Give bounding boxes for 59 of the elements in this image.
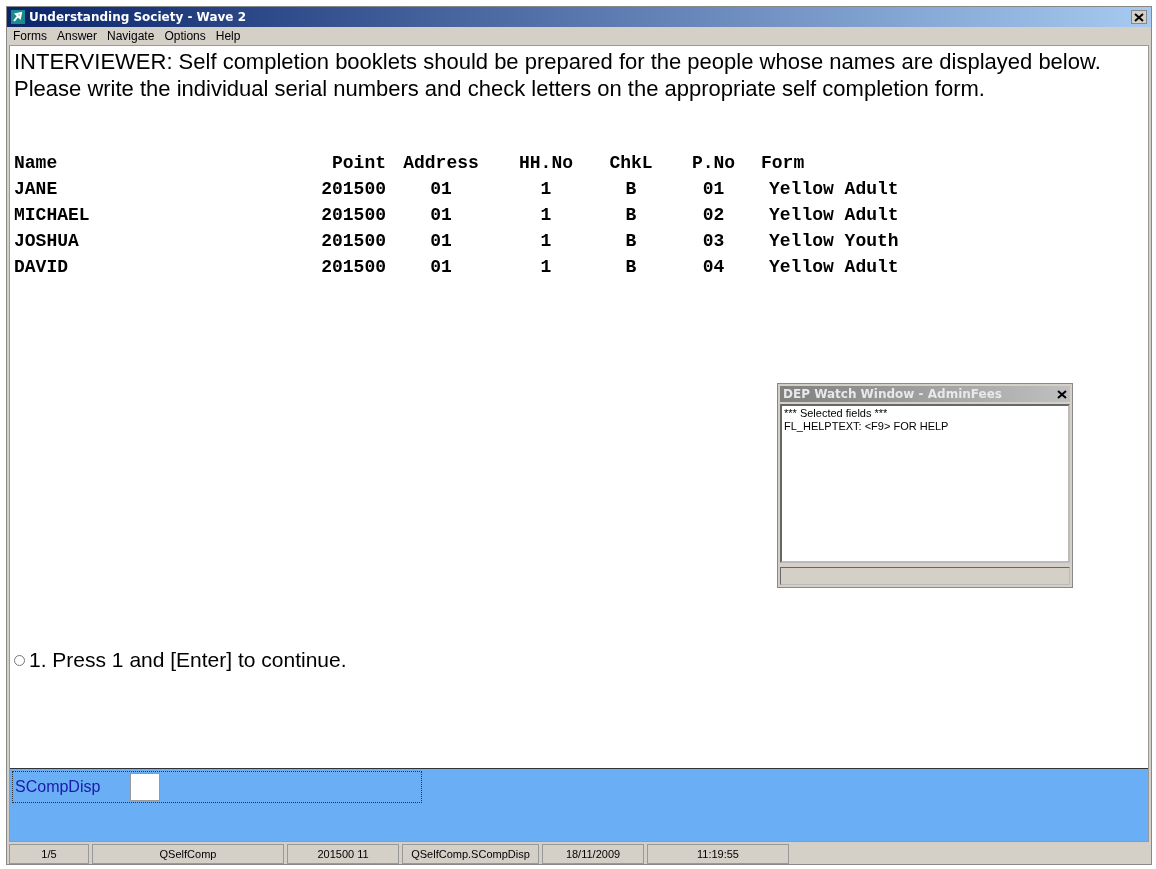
table-cell-text: 201500 xyxy=(320,178,386,201)
field-label: SCompDisp xyxy=(14,778,101,796)
table-cell-text: 03 xyxy=(701,230,726,253)
table-cell-text: Yellow Adult xyxy=(768,256,900,279)
column-header: Address xyxy=(402,152,480,175)
column-header: ChkL xyxy=(608,152,654,175)
status-cell: 18/11/2009 xyxy=(542,844,644,864)
table-cell-text: JOSHUA xyxy=(14,230,80,253)
status-cell: QSelfComp xyxy=(92,844,284,864)
table-cell-text: 01 xyxy=(429,230,453,253)
status-cell: QSelfComp.SCompDisp xyxy=(402,844,539,864)
table-cell-text: 1 xyxy=(539,256,553,279)
table-cell-text: B xyxy=(624,204,638,227)
table-cell-text: 04 xyxy=(701,256,726,279)
table-cell-text: 1 xyxy=(539,178,553,201)
menu-item[interactable]: Navigate xyxy=(107,29,155,43)
table-cell-text: 1 xyxy=(539,230,553,253)
status-cell: 1/5 xyxy=(9,844,89,864)
table-cell-text: 201500 xyxy=(320,204,386,227)
table-cell-text: 01 xyxy=(429,178,453,201)
table-cell-text: Yellow Adult xyxy=(768,178,900,201)
table-cell-text: JANE xyxy=(14,178,59,201)
table-cell-text: 01 xyxy=(701,178,726,201)
menu-item[interactable]: Forms xyxy=(13,29,47,43)
table-cell-text: 02 xyxy=(701,204,726,227)
menu-item[interactable]: Options xyxy=(164,29,206,43)
close-icon xyxy=(1057,389,1067,399)
window-title: Understanding Society - Wave 2 xyxy=(29,10,246,24)
table-cell-text: MICHAEL xyxy=(14,204,91,227)
table-cell-text: Yellow Youth xyxy=(768,230,900,253)
table-cell-text: DAVID xyxy=(14,256,69,279)
table-cell-text: B xyxy=(624,178,638,201)
column-header: Point xyxy=(331,152,386,175)
column-header: Form xyxy=(761,152,806,175)
table-cell-text: 01 xyxy=(429,256,453,279)
table-cell-text: 201500 xyxy=(320,256,386,279)
table-cell-text: B xyxy=(624,230,638,253)
option-label: 1. Press 1 and [Enter] to continue. xyxy=(29,648,347,672)
status-cell: 201500 11 xyxy=(287,844,399,864)
watch-line: FL_HELPTEXT: <F9> FOR HELP xyxy=(784,420,950,433)
close-icon xyxy=(1134,12,1144,22)
table-cell-text: 201500 xyxy=(320,230,386,253)
answer-field[interactable] xyxy=(130,773,161,801)
status-cell: 11:19:55 xyxy=(647,844,789,864)
column-header: P.No xyxy=(690,152,737,175)
watch-window-title: DEP Watch Window - AdminFees xyxy=(783,387,1002,401)
app-icon xyxy=(11,10,25,24)
column-header: Name xyxy=(14,152,59,175)
watch-line: *** Selected fields *** xyxy=(784,407,889,420)
column-header: HH.No xyxy=(518,152,574,175)
table-cell-text: 01 xyxy=(429,204,453,227)
menu-item[interactable]: Help xyxy=(215,29,241,43)
menu-item[interactable]: Answer xyxy=(57,29,97,43)
radio-button[interactable] xyxy=(14,654,25,666)
table-cell-text: 1 xyxy=(539,204,553,227)
table-cell-text: B xyxy=(624,256,638,279)
question-text: INTERVIEWER: Self completion booklets should be prepared for the people whose names are displayed below. Please write the individual serial numbers and check letters on the appropriate self completion form. xyxy=(14,48,1102,102)
close-button[interactable] xyxy=(1131,10,1147,24)
table-cell-text: Yellow Adult xyxy=(768,204,900,227)
